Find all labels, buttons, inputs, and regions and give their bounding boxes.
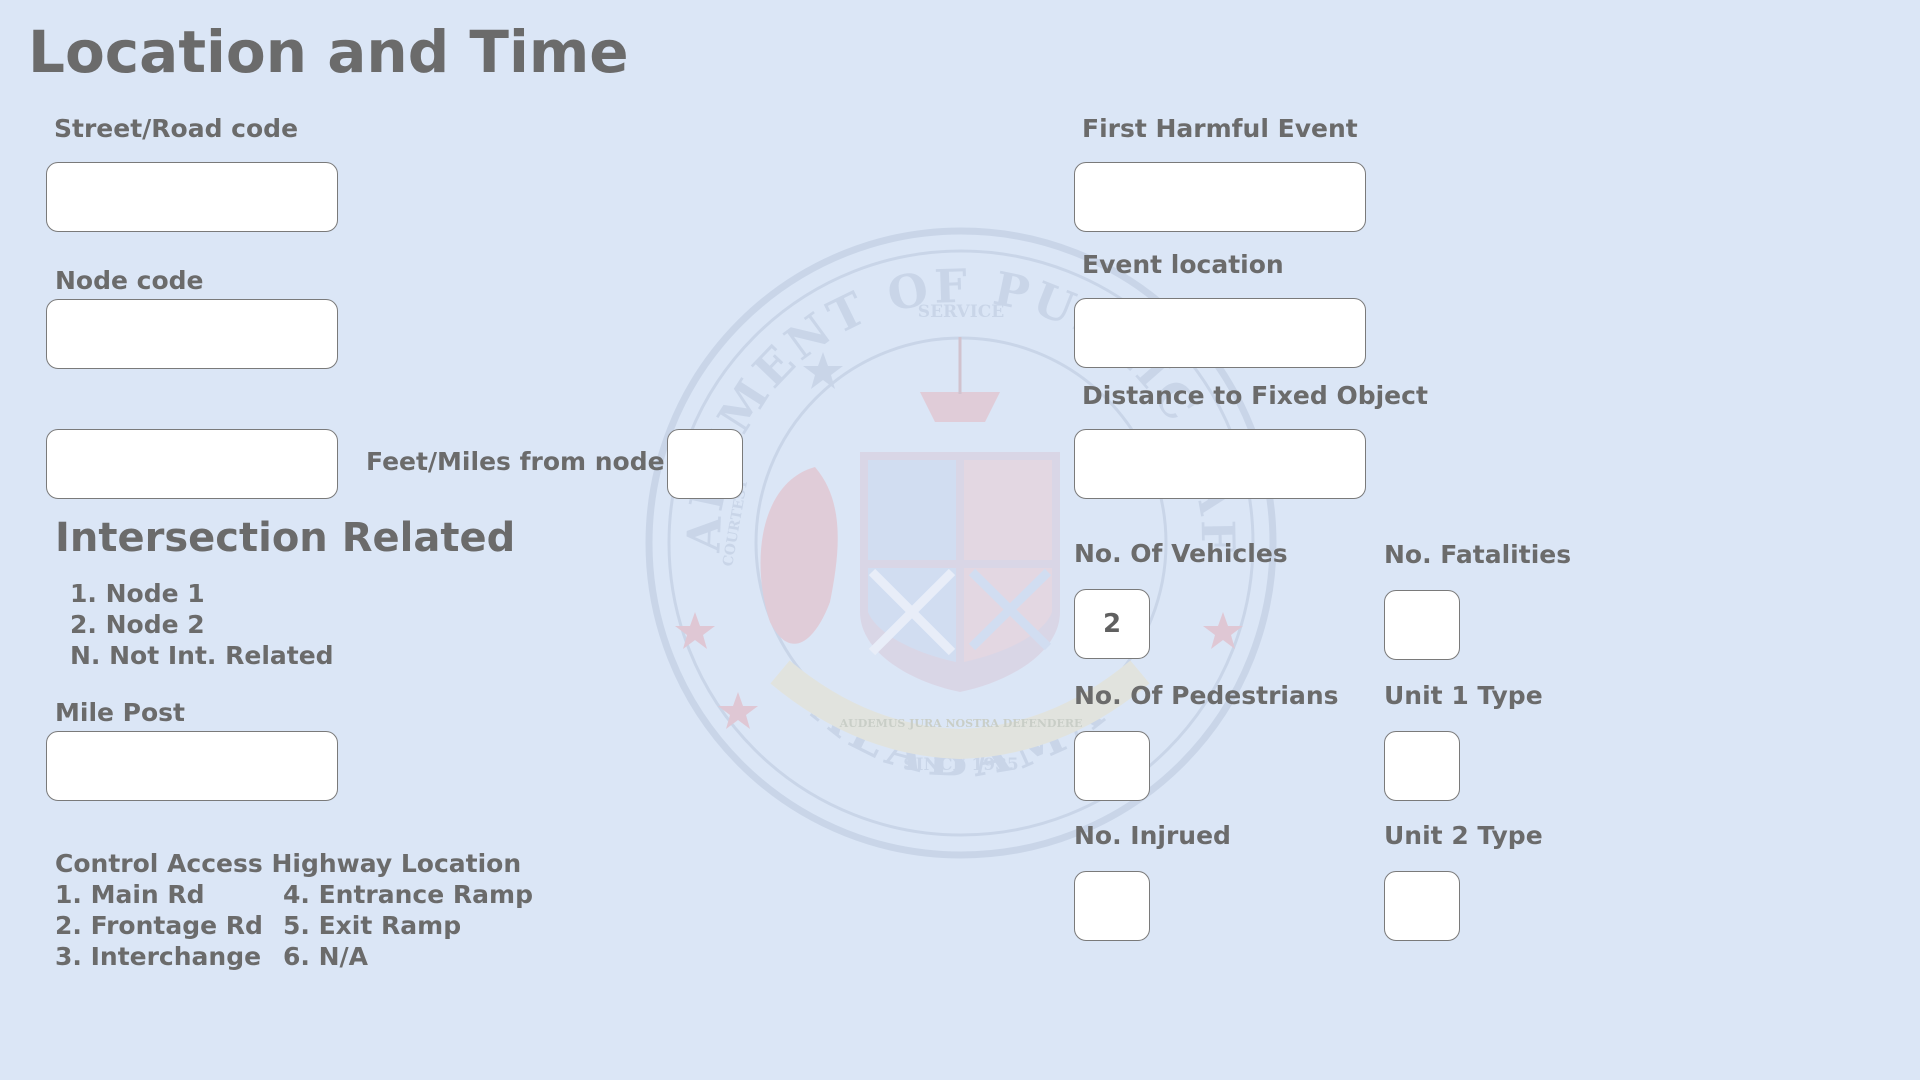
list-item: 2. Frontage Rd bbox=[55, 911, 263, 940]
intersection-options-list: 1. Node 1 2. Node 2 N. Not Int. Related bbox=[70, 578, 334, 671]
fatalities-input[interactable] bbox=[1384, 590, 1460, 660]
unit2-type-input[interactable] bbox=[1384, 871, 1460, 941]
list-item: 5. Exit Ramp bbox=[283, 911, 462, 940]
svg-text:AUDEMUS JURA NOSTRA DEFENDERE: AUDEMUS JURA NOSTRA DEFENDERE bbox=[839, 717, 1083, 730]
mile-post-input[interactable] bbox=[46, 731, 338, 801]
unit1-type-label: Unit 1 Type bbox=[1384, 681, 1543, 710]
control-access-heading: Control Access Highway Location bbox=[55, 849, 522, 878]
list-item: 1. Main Rd bbox=[55, 880, 205, 909]
unit2-type-label: Unit 2 Type bbox=[1384, 821, 1543, 850]
first-harmful-event-input[interactable] bbox=[1074, 162, 1366, 232]
svg-text:SERVICE: SERVICE bbox=[918, 302, 1004, 322]
vehicles-input[interactable] bbox=[1074, 589, 1150, 659]
event-location-input[interactable] bbox=[1074, 298, 1366, 368]
event-location-label: Event location bbox=[1082, 250, 1284, 279]
list-item: 1. Node 1 bbox=[70, 579, 205, 608]
node-code-input[interactable] bbox=[46, 299, 338, 369]
pedestrians-label: No. Of Pedestrians bbox=[1074, 681, 1339, 710]
pedestrians-input[interactable] bbox=[1074, 731, 1150, 801]
intersection-related-heading: Intersection Related bbox=[55, 515, 516, 561]
list-item: 4. Entrance Ramp bbox=[283, 880, 533, 909]
injured-label: No. Injrued bbox=[1074, 821, 1231, 850]
street-road-code-label: Street/Road code bbox=[54, 114, 299, 143]
list-item: 3. Interchange bbox=[55, 942, 262, 971]
first-harmful-event-label: First Harmful Event bbox=[1082, 114, 1358, 143]
unit1-type-input[interactable] bbox=[1384, 731, 1460, 801]
list-item: 6. N/A bbox=[283, 942, 368, 971]
control-access-options-col1: 1. Main Rd 2. Frontage Rd 3. Interchange bbox=[55, 879, 263, 972]
street-road-code-input[interactable] bbox=[46, 162, 338, 232]
feet-miles-label: Feet/Miles from node bbox=[366, 447, 665, 476]
mile-post-label: Mile Post bbox=[55, 698, 186, 727]
list-item: N. Not Int. Related bbox=[70, 641, 334, 670]
feet-miles-input[interactable] bbox=[667, 429, 743, 499]
distance-fixed-object-input[interactable] bbox=[1074, 429, 1366, 499]
page-title: Location and Time bbox=[28, 18, 629, 86]
injured-input[interactable] bbox=[1074, 871, 1150, 941]
vehicles-label: No. Of Vehicles bbox=[1074, 539, 1288, 568]
list-item: 2. Node 2 bbox=[70, 610, 205, 639]
node-code-label: Node code bbox=[55, 266, 204, 295]
distance-from-node-input[interactable] bbox=[46, 429, 338, 499]
control-access-options-col2: 4. Entrance Ramp 5. Exit Ramp 6. N/A bbox=[283, 879, 533, 972]
fatalities-label: No. Fatalities bbox=[1384, 540, 1572, 569]
distance-fixed-object-label: Distance to Fixed Object bbox=[1082, 381, 1428, 410]
